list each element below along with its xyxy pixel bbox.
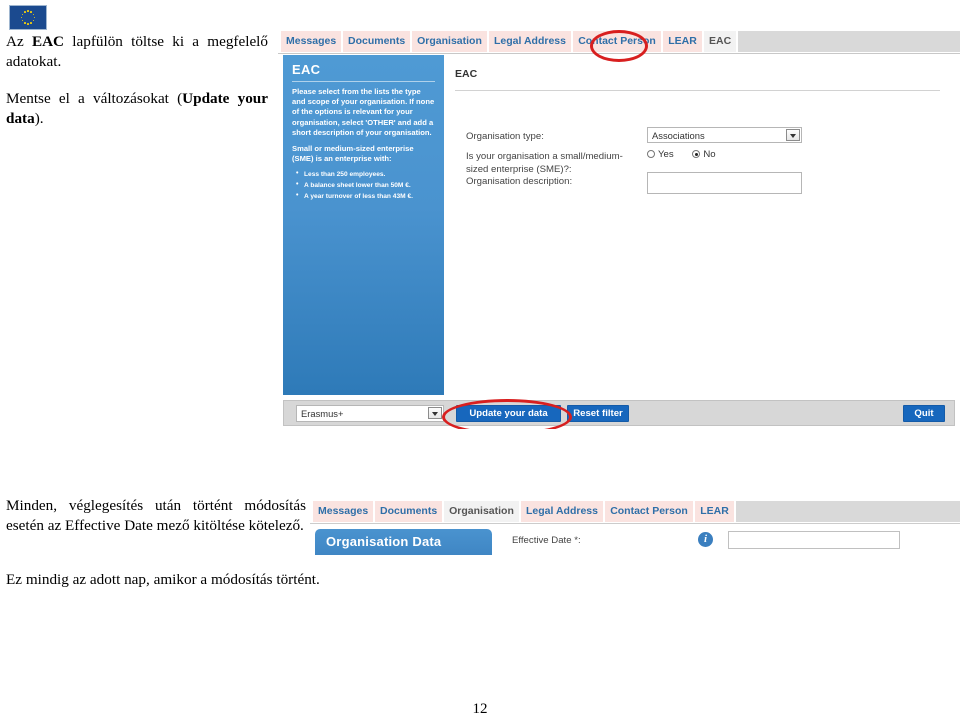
- info-panel-paragraph-1: Please select from the lists the type an…: [292, 87, 435, 137]
- paragraph-eac-tab: Az EAC lapfülön töltse ki a megfelelő ad…: [6, 32, 268, 72]
- paragraph-2-suffix: ).: [34, 110, 44, 127]
- screenshot-organisation-data: Messages Documents Organisation Legal Addre…: [310, 500, 960, 562]
- tab-documents[interactable]: Documents: [343, 31, 411, 52]
- tab-contact-person[interactable]: Contact Person: [605, 501, 694, 522]
- tab-messages[interactable]: Messages: [281, 31, 342, 52]
- tab-messages[interactable]: Messages: [313, 501, 374, 522]
- programme-select[interactable]: Erasmus+: [296, 405, 444, 422]
- instruction-text-block-2: Minden, véglegesítés után történt módosí…: [6, 496, 306, 536]
- sme-no-label: No: [703, 149, 716, 160]
- sme-yes-label: Yes: [658, 149, 674, 160]
- paragraph-2-prefix: Mentse el a változásokat (: [6, 90, 183, 107]
- tab-legal-address[interactable]: Legal Address: [521, 501, 604, 522]
- radio-no-icon[interactable]: [692, 150, 701, 158]
- tab-organisation[interactable]: Organisation: [444, 501, 520, 522]
- tab-bar-filler: [738, 31, 960, 52]
- tab-bar-filler: [736, 501, 960, 522]
- info-icon[interactable]: i: [698, 532, 713, 547]
- eac-info-panel: EAC Please select from the lists the typ…: [283, 55, 444, 395]
- programme-value: Erasmus+: [301, 408, 344, 419]
- screenshot-eac-page: Messages Documents Organisation Legal Addre…: [278, 29, 960, 429]
- info-panel-bullet: Less than 250 employees.: [296, 169, 435, 181]
- info-panel-bullet: A year turnover of less than 43M €.: [296, 191, 435, 203]
- chevron-down-icon[interactable]: [786, 129, 800, 141]
- info-panel-divider: [292, 81, 435, 82]
- info-panel-paragraph-2: Small or medium-sized enterprise (SME) i…: [292, 144, 414, 164]
- paragraph-update-data: Mentse el a változásokat (Update your da…: [6, 89, 268, 129]
- tab-bar-eac: Messages Documents Organisation Legal Addre…: [278, 31, 960, 54]
- radio-yes-icon[interactable]: [647, 150, 655, 158]
- sme-radio-yes[interactable]: Yes: [647, 149, 674, 160]
- page-number: 12: [472, 701, 488, 717]
- form-title: EAC: [455, 68, 478, 80]
- effective-date-label: Effective Date *:: [512, 535, 581, 546]
- paragraph-1-prefix: Az: [6, 33, 32, 50]
- sme-radio-no[interactable]: No: [692, 149, 716, 160]
- chevron-down-icon[interactable]: [428, 407, 442, 419]
- tab-bar-organisation: Messages Documents Organisation Legal Addre…: [310, 501, 960, 524]
- tab-organisation[interactable]: Organisation: [412, 31, 488, 52]
- organisation-type-select[interactable]: Associations: [647, 127, 802, 143]
- organisation-description-label: Organisation description:: [466, 176, 573, 187]
- paragraph-3-suffix: mező kitöltése kötelező.: [152, 517, 304, 534]
- effective-date-input[interactable]: [728, 531, 900, 549]
- organisation-type-label: Organisation type:: [466, 131, 544, 142]
- info-panel-bullet: A balance sheet lower than 50M €.: [296, 180, 435, 192]
- quit-button[interactable]: Quit: [903, 405, 945, 422]
- eu-flag-logo: [9, 5, 47, 30]
- instruction-text-block-1: Az EAC lapfülön töltse ki a megfelelő ad…: [6, 32, 268, 129]
- organisation-data-section-button[interactable]: Organisation Data: [315, 529, 492, 555]
- tab-legal-address[interactable]: Legal Address: [489, 31, 572, 52]
- info-panel-heading: EAC: [292, 62, 321, 77]
- eu-stars: [20, 10, 36, 26]
- info-panel-bullet-list: Less than 250 employees.A balance sheet …: [292, 169, 435, 203]
- reset-filter-button[interactable]: Reset filter: [567, 405, 629, 422]
- instruction-text-block-3: Ez mindig az adott nap, amikor a módosít…: [6, 571, 320, 588]
- tab-lear[interactable]: LEAR: [695, 501, 735, 522]
- sme-question-label: Is your organisation a small/medium-size…: [466, 151, 623, 175]
- eac-form-area: EAC Organisation type: Associations Is y…: [450, 55, 950, 395]
- paragraph-3-field-name: Effective Date: [65, 517, 153, 534]
- tab-eac[interactable]: EAC: [704, 31, 737, 52]
- paragraph-1-bold: EAC: [31, 33, 65, 50]
- organisation-type-value: Associations: [652, 130, 705, 141]
- sme-radio-group: Yes No: [647, 149, 732, 160]
- organisation-description-input[interactable]: [647, 172, 802, 194]
- tab-lear[interactable]: LEAR: [663, 31, 703, 52]
- tab-contact-person[interactable]: Contact Person: [573, 31, 662, 52]
- update-your-data-button[interactable]: Update your data: [456, 405, 561, 422]
- tab-documents[interactable]: Documents: [375, 501, 443, 522]
- form-divider: [455, 90, 940, 91]
- eac-bottom-toolbar: Erasmus+ Update your data Reset filter Q…: [283, 400, 955, 426]
